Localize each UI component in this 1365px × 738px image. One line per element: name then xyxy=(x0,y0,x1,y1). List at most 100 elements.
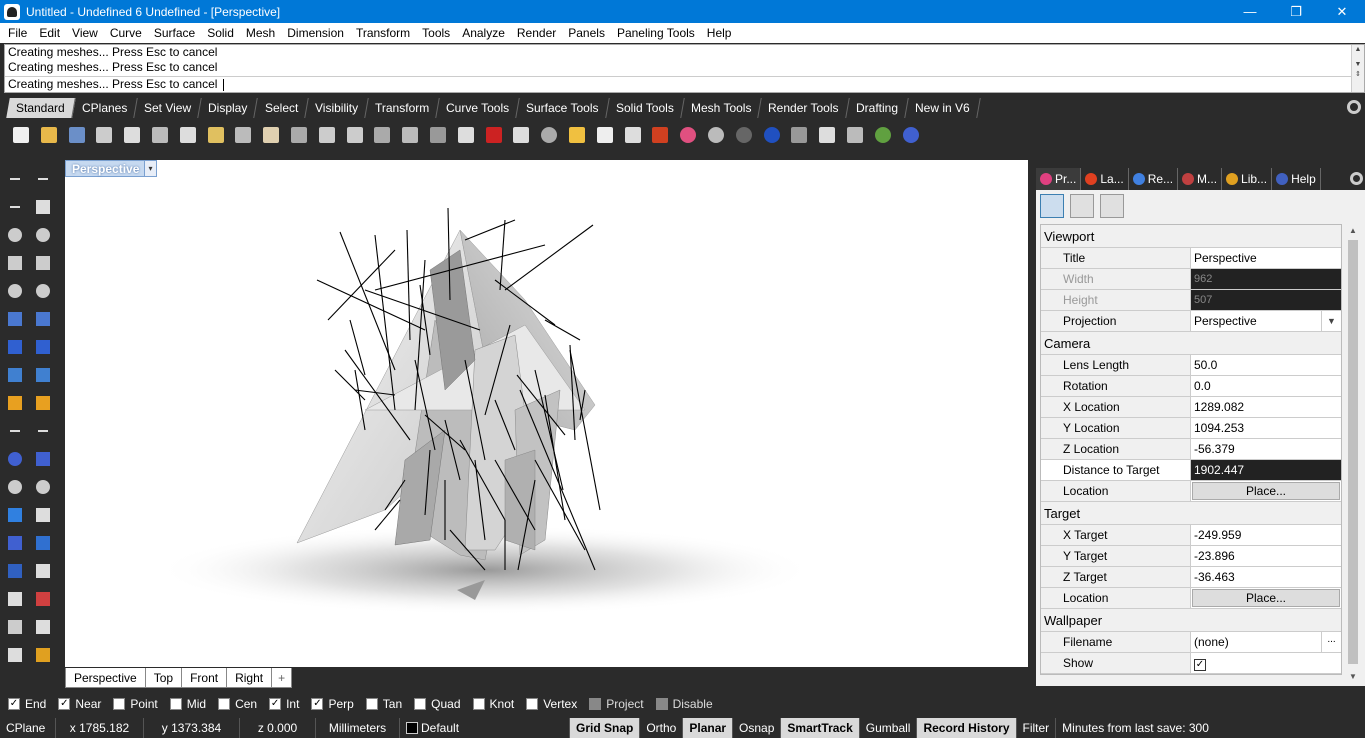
osnap-cen[interactable]: Cen xyxy=(218,697,257,711)
rotation-field[interactable]: 0.0 xyxy=(1191,376,1341,396)
circle-icon[interactable] xyxy=(538,124,560,146)
distance-to-target-field[interactable]: 1902.447 xyxy=(1191,460,1341,480)
boolean-union-icon[interactable] xyxy=(32,336,54,358)
chevron-down-icon[interactable]: ▼ xyxy=(1321,311,1341,331)
osnap-mid[interactable]: Mid xyxy=(169,697,206,711)
command-scrollbar[interactable]: ▲ ▼ ⇕ xyxy=(1351,45,1364,92)
viewport-rect-icon[interactable] xyxy=(1070,194,1094,218)
explode-icon[interactable] xyxy=(4,392,26,414)
trim-icon[interactable] xyxy=(4,420,26,442)
osnap-disable[interactable]: Disable xyxy=(655,697,713,711)
offset-surface-icon[interactable] xyxy=(32,364,54,386)
help-icon[interactable] xyxy=(900,124,922,146)
tab-mesh-tools[interactable]: Mesh Tools xyxy=(680,98,762,118)
grid-snap-toggle[interactable]: Grid Snap xyxy=(570,718,641,738)
new-icon[interactable] xyxy=(10,124,32,146)
menu-analyze[interactable]: Analyze xyxy=(456,26,511,40)
planar-toggle[interactable]: Planar xyxy=(683,718,734,738)
record-history-toggle[interactable]: Record History xyxy=(917,718,1017,738)
osnap-checkbox[interactable] xyxy=(365,698,378,710)
panel-tab-rendering[interactable]: Re... xyxy=(1129,168,1179,190)
menu-help[interactable]: Help xyxy=(701,26,738,40)
scroll-down-icon[interactable]: ▼ xyxy=(1352,60,1364,70)
lens-length-field[interactable]: 50.0 xyxy=(1191,355,1341,375)
tab-surface-tools[interactable]: Surface Tools xyxy=(516,98,610,118)
camera-icon[interactable] xyxy=(1040,194,1064,218)
panel-tab-help[interactable]: Help xyxy=(1272,168,1321,190)
osnap-checkbox[interactable] xyxy=(218,698,231,710)
show-checkbox[interactable]: ✓ xyxy=(1194,659,1206,671)
panel-tab-libraries[interactable]: Lib... xyxy=(1222,168,1273,190)
filter-button[interactable]: Filter xyxy=(1017,718,1057,738)
osnap-checkbox[interactable] xyxy=(414,698,427,710)
tab-cplanes[interactable]: CPlanes xyxy=(71,98,138,118)
osnap-checkbox[interactable]: ✓ xyxy=(58,698,71,710)
viewport-tab-top[interactable]: Top xyxy=(144,668,183,688)
sphere-gray-icon[interactable] xyxy=(705,124,727,146)
close-button[interactable]: ✕ xyxy=(1319,0,1365,23)
bend-icon[interactable] xyxy=(32,308,54,330)
circle-center-icon[interactable] xyxy=(4,280,26,302)
viewport-tab-right[interactable]: Right xyxy=(226,668,273,688)
panel-scrollbar[interactable]: ▲ ▼ xyxy=(1346,224,1360,684)
polyline-icon[interactable] xyxy=(4,196,26,218)
sphere-dark-icon[interactable] xyxy=(733,124,755,146)
blend-curve-icon[interactable] xyxy=(32,476,54,498)
osnap-tan[interactable]: Tan xyxy=(365,697,402,711)
point-icon[interactable] xyxy=(32,168,54,190)
cube-render-icon[interactable] xyxy=(4,560,26,582)
viewport-tab-front[interactable]: Front xyxy=(181,668,228,688)
osnap-project[interactable]: Project xyxy=(589,697,644,711)
title-field[interactable]: Perspective xyxy=(1191,248,1341,268)
block-icon[interactable] xyxy=(32,588,54,610)
tab-standard[interactable]: Standard xyxy=(6,98,76,118)
point-grid-icon[interactable] xyxy=(4,588,26,610)
paste-icon[interactable] xyxy=(205,124,227,146)
osnap-int[interactable]: ✓ Int xyxy=(269,697,299,711)
osnap-checkbox[interactable]: ✓ xyxy=(8,698,20,710)
scroll-up-down-icon[interactable]: ⇕ xyxy=(1352,70,1364,80)
four-viewports-icon[interactable] xyxy=(455,124,477,146)
rectangle-icon[interactable] xyxy=(32,252,54,274)
zoom-selected-icon[interactable] xyxy=(399,124,421,146)
menu-paneling-tools[interactable]: Paneling Tools xyxy=(611,26,701,40)
bulb-icon[interactable] xyxy=(594,124,616,146)
viewport-tab-perspective[interactable]: Perspective xyxy=(65,668,146,688)
grid-array-icon[interactable] xyxy=(4,532,26,554)
save-icon[interactable] xyxy=(66,124,88,146)
x-location-field[interactable]: 1289.082 xyxy=(1191,397,1341,417)
menu-dimension[interactable]: Dimension xyxy=(281,26,350,40)
osnap-checkbox[interactable]: ✓ xyxy=(311,698,324,710)
osnap-perp[interactable]: ✓ Perp xyxy=(311,697,354,711)
viewport-menu-chevron-icon[interactable]: ▾ xyxy=(144,161,156,176)
pipe-icon[interactable] xyxy=(32,560,54,582)
zoom-window-icon[interactable] xyxy=(344,124,366,146)
car-icon[interactable] xyxy=(483,124,505,146)
smarttrack-toggle[interactable]: SmartTrack xyxy=(781,718,860,738)
cplane-label[interactable]: CPlane xyxy=(0,718,56,738)
camera-place-button[interactable]: Place... xyxy=(1192,482,1340,500)
array-icon[interactable] xyxy=(32,448,54,470)
units-label[interactable]: Millimeters xyxy=(316,718,400,738)
x-target-field[interactable]: -249.959 xyxy=(1191,525,1341,545)
target-place-button[interactable]: Place... xyxy=(1192,589,1340,607)
minimize-button[interactable]: — xyxy=(1227,0,1273,23)
panel-gear-icon[interactable] xyxy=(1350,172,1363,185)
menu-curve[interactable]: Curve xyxy=(104,26,148,40)
select-box-icon[interactable] xyxy=(844,124,866,146)
globe-icon[interactable] xyxy=(872,124,894,146)
split-icon[interactable] xyxy=(32,420,54,442)
browse-button[interactable]: ... xyxy=(1321,632,1341,652)
tab-set-view[interactable]: Set View xyxy=(134,98,202,118)
menu-transform[interactable]: Transform xyxy=(350,26,416,40)
add-viewport-tab-button[interactable]: + xyxy=(271,668,293,688)
osnap-checkbox[interactable]: ✓ xyxy=(269,698,282,710)
restore-button[interactable]: ❐ xyxy=(1273,0,1319,23)
pencil-icon[interactable] xyxy=(32,532,54,554)
tab-new-in-v6[interactable]: New in V6 xyxy=(905,98,981,118)
scroll-up-icon[interactable]: ▲ xyxy=(1346,224,1360,238)
polygon-icon[interactable] xyxy=(4,252,26,274)
tab-visibility[interactable]: Visibility xyxy=(305,98,369,118)
rectangle-select-icon[interactable] xyxy=(32,196,54,218)
osnap-quad[interactable]: Quad xyxy=(414,697,461,711)
